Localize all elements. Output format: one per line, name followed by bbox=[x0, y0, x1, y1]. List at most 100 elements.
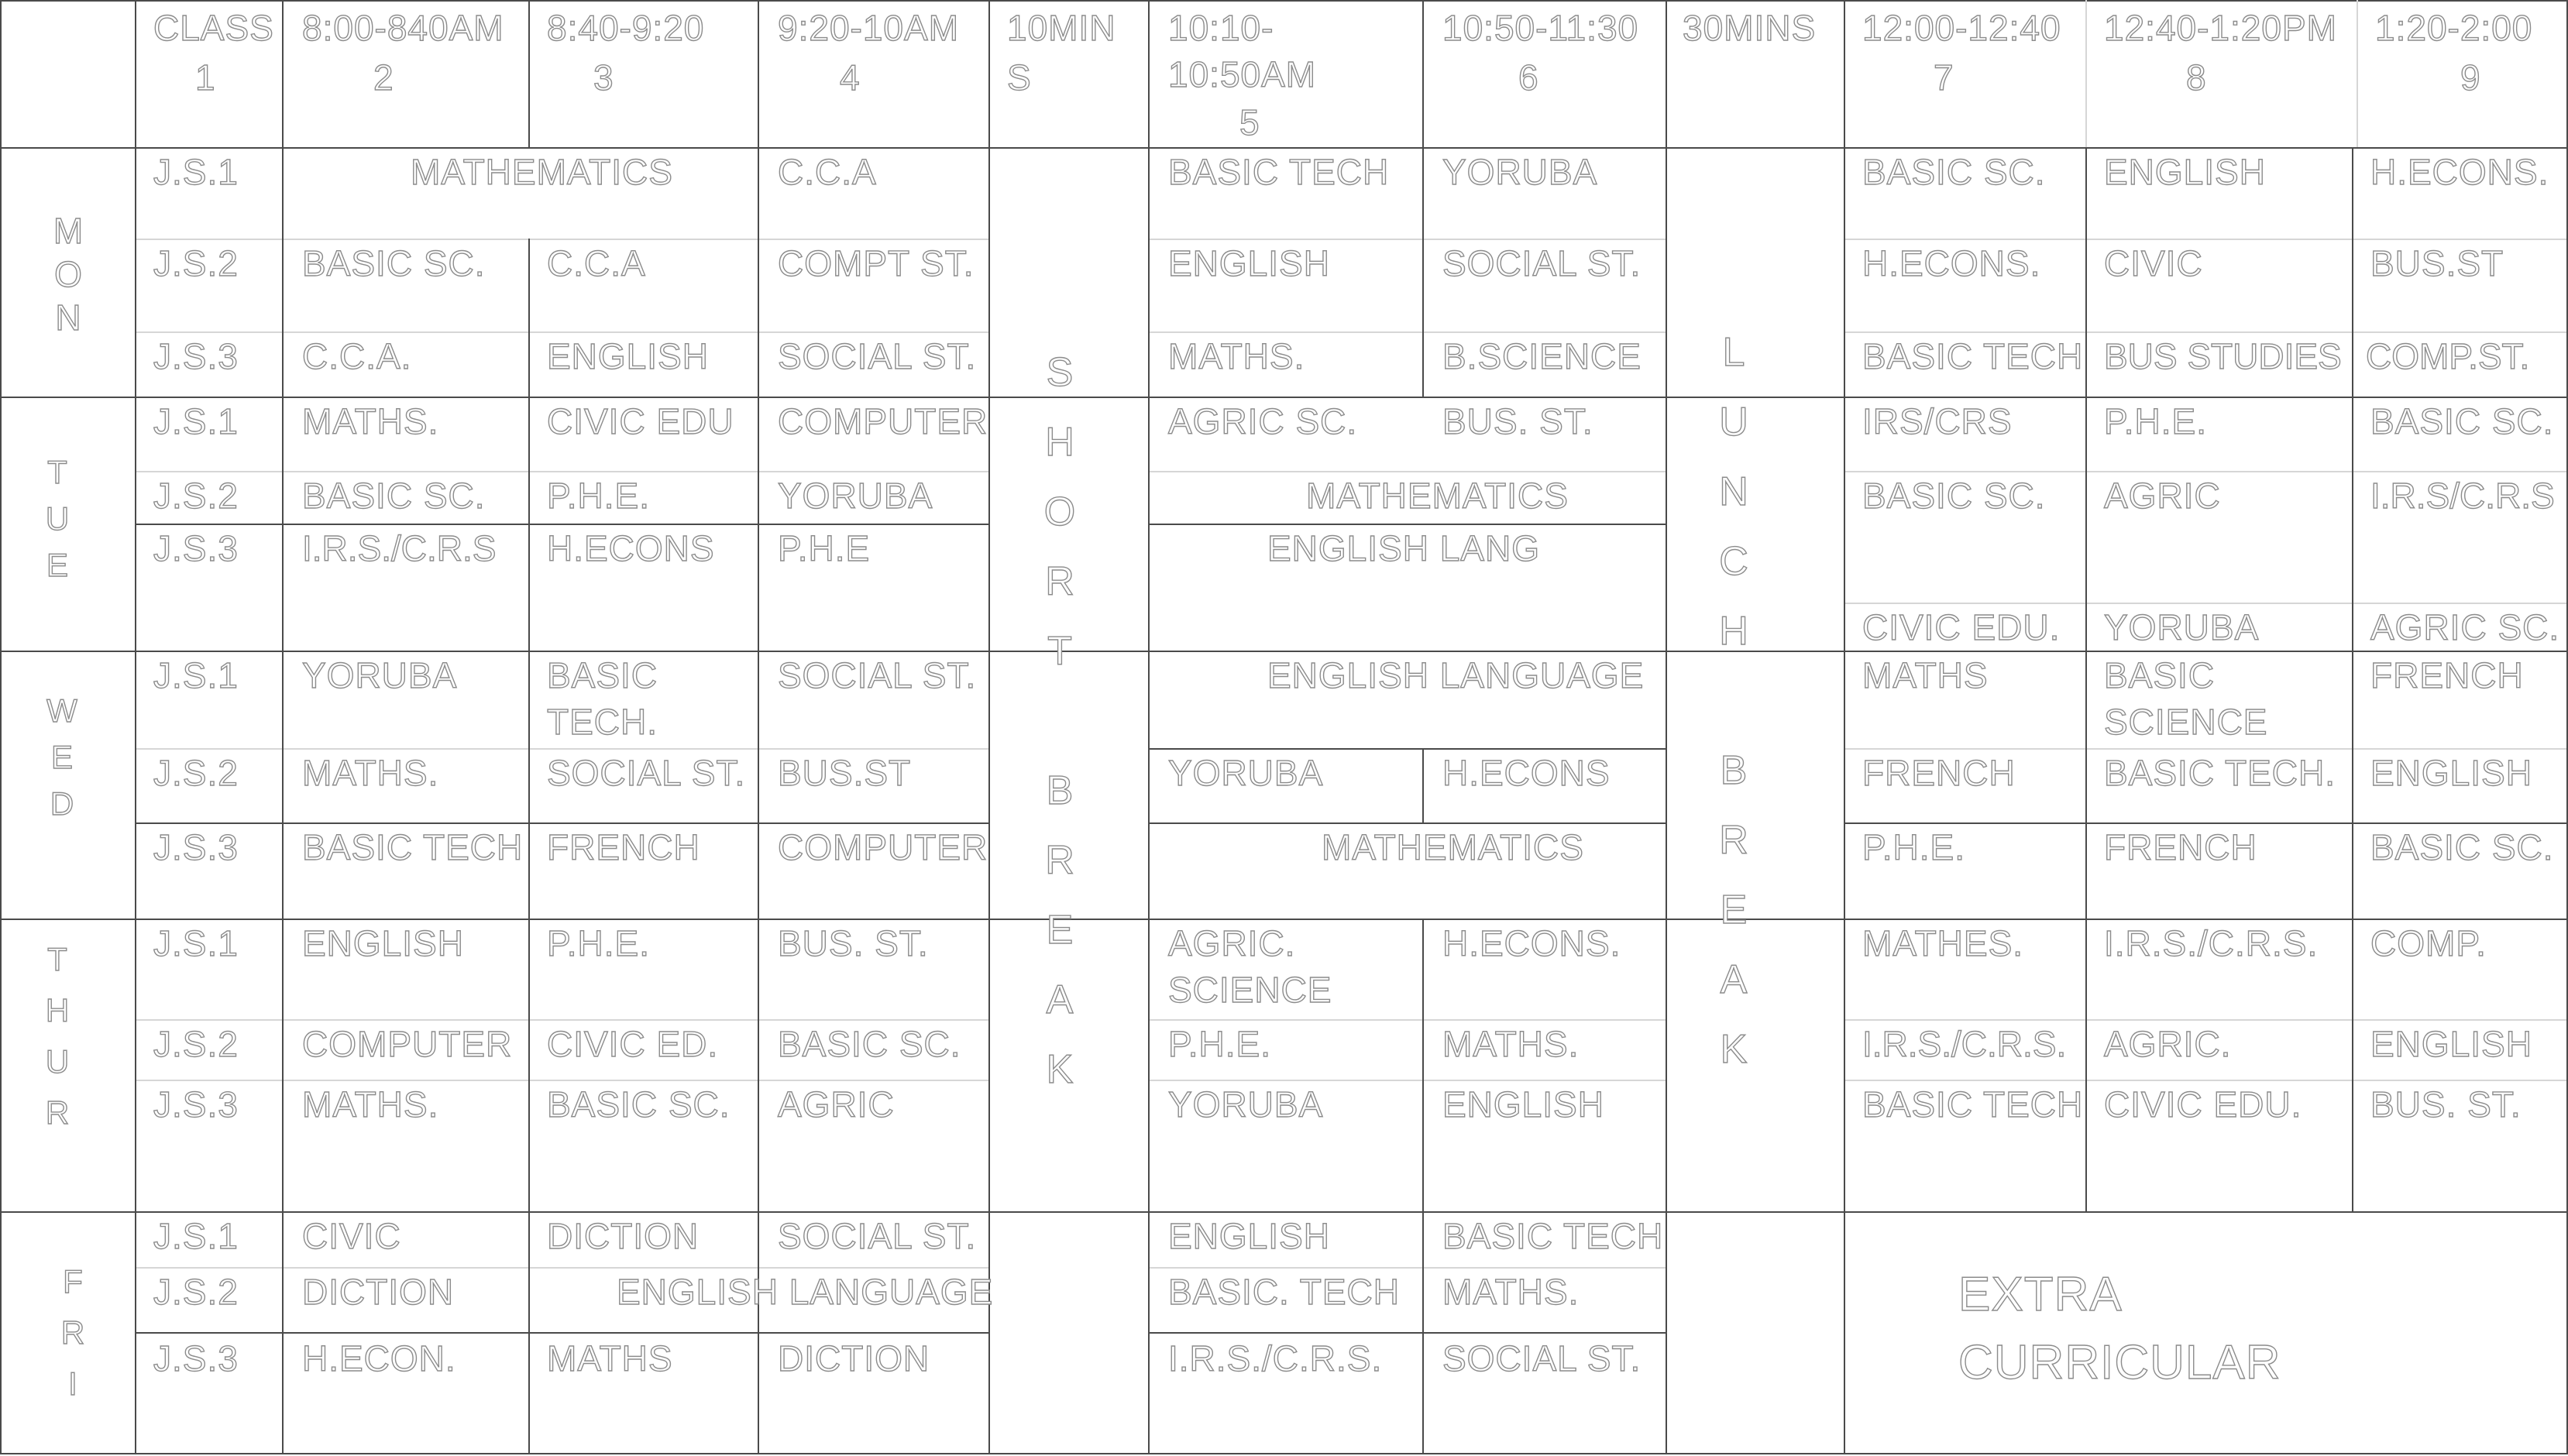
subject-cell: BASIC SC. bbox=[301, 242, 486, 283]
header-class-number: 1 bbox=[194, 57, 216, 98]
subject-cell: I.R.S./C.R.S. bbox=[1167, 1338, 1383, 1379]
subject-cell: DICTION bbox=[301, 1271, 455, 1312]
subject-cell: I.R.S./C.R.S bbox=[301, 527, 497, 568]
subject-cell: BASIC SC. bbox=[301, 475, 486, 516]
subject-cell: BUS STUDIES bbox=[2103, 335, 2342, 376]
rule bbox=[1150, 1332, 1666, 1334]
subject-cell: BASIC SC. bbox=[1862, 151, 2046, 192]
rule bbox=[528, 239, 530, 1454]
header-period-5: 10:10- bbox=[1167, 7, 1274, 48]
subject-cell: AGRIC. bbox=[2103, 1023, 2232, 1064]
subject-cell: CIVIC EDU. bbox=[1862, 606, 2061, 647]
rule bbox=[1148, 0, 1150, 1454]
rule bbox=[282, 0, 284, 1454]
header-period-5-time: 10:50AM bbox=[1167, 53, 1317, 94]
header-period-2: 8:00-840AM bbox=[301, 7, 504, 48]
rule bbox=[2085, 0, 2087, 147]
subject-cell: SOCIAL ST. bbox=[777, 654, 977, 695]
subject-cell: ENGLISH bbox=[2370, 1023, 2532, 1064]
rule bbox=[135, 0, 136, 1454]
rule bbox=[1666, 0, 1667, 1454]
subject-cell: MATHS. bbox=[1442, 1271, 1580, 1312]
class-cell: J.S.3 bbox=[153, 826, 239, 867]
subject-cell: COMPUTER bbox=[301, 1023, 513, 1064]
header-short-break-suffix: S bbox=[1006, 57, 1032, 98]
subject-cell: BASIC TECH. bbox=[2103, 752, 2336, 793]
subject-cell: C.C.A. bbox=[301, 335, 412, 376]
subject-cell: YORUBA bbox=[301, 654, 458, 695]
subject-cell: ENGLISH bbox=[2370, 752, 2532, 793]
subject-cell: MATHS. bbox=[301, 752, 439, 793]
rule bbox=[2085, 147, 2087, 1211]
subject-cell: MATHS. bbox=[301, 400, 439, 441]
lunch-break-label: LUNCHBREAK bbox=[1719, 329, 1749, 1072]
subject-cell: AGRIC bbox=[777, 1083, 895, 1125]
subject-cell: ENGLISH bbox=[546, 335, 709, 376]
subject-cell: COMP. bbox=[2370, 922, 2487, 963]
subject-cell: AGRIC SC. bbox=[1167, 400, 1358, 441]
subject-cell: CIVIC bbox=[2103, 242, 2203, 283]
subject-cell: ENGLISH bbox=[1442, 1083, 1604, 1125]
header-period-8-number: 8 bbox=[2185, 57, 2207, 98]
subject-cell: ENGLISH LANGUAGE bbox=[1267, 654, 1645, 695]
class-cell: J.S.3 bbox=[153, 1338, 239, 1379]
subject-cell: ENGLISH bbox=[1167, 242, 1330, 283]
class-cell: J.S.2 bbox=[153, 752, 239, 793]
subject-cell: H.ECON. bbox=[301, 1338, 456, 1379]
header-period-2-number: 2 bbox=[373, 57, 394, 98]
subject-cell: DICTION bbox=[777, 1338, 930, 1379]
subject-cell: BASIC TECH bbox=[1862, 335, 2084, 376]
subject-cell: BASIC SC. bbox=[2370, 400, 2554, 441]
subject-cell: MATHS. bbox=[1167, 335, 1305, 376]
subject-cell: SOCIAL ST. bbox=[1442, 1338, 1642, 1379]
subject-cell: SOCIAL ST. bbox=[777, 335, 977, 376]
header-period-3-number: 3 bbox=[593, 57, 614, 98]
subject-cell: DICTION bbox=[546, 1215, 700, 1256]
header-period-4: 9:20-10AM bbox=[777, 7, 960, 48]
header-period-5-number: 5 bbox=[1239, 101, 1260, 143]
subject-cell: H.ECONS. bbox=[1862, 242, 2041, 283]
header-lunch-break: 30MINS bbox=[1682, 7, 1817, 48]
subject-cell: P.H.E. bbox=[1862, 826, 1965, 867]
extra-curricular-line-1: EXTRA bbox=[1958, 1267, 2123, 1321]
class-cell: J.S.3 bbox=[153, 527, 239, 568]
subject-cell: YORUBA bbox=[1442, 151, 1598, 192]
subject-cell: BASIC SC. bbox=[546, 1083, 731, 1125]
timetable: CLASS 1 8:00-840AM 2 8:40-9:20 3 9:20-10… bbox=[0, 0, 2568, 1456]
day-label-fri: FRI bbox=[60, 1262, 85, 1402]
subject-cell: BASIC. TECH bbox=[1167, 1271, 1400, 1312]
subject-cell: H.ECONS bbox=[1442, 752, 1611, 793]
subject-cell: YORUBA bbox=[777, 475, 933, 516]
rule bbox=[528, 0, 530, 147]
subject-cell: H.ECONS. bbox=[1442, 922, 1621, 963]
subject-cell: MATHS. bbox=[301, 1083, 439, 1125]
header-short-break: 10MIN bbox=[1006, 7, 1116, 48]
subject-cell: ENGLISH bbox=[2103, 151, 2266, 192]
class-cell: J.S.3 bbox=[153, 1083, 239, 1125]
subject-cell: COMPUTER bbox=[777, 826, 988, 867]
class-cell: J.S.2 bbox=[153, 475, 239, 516]
subject-cell: FRENCH bbox=[2370, 654, 2524, 695]
subject-cell: ENGLISH bbox=[1167, 1215, 1330, 1256]
header-period-3: 8:40-9:20 bbox=[546, 7, 705, 48]
class-cell: J.S.3 bbox=[153, 335, 239, 376]
subject-cell: P.H.E. bbox=[1167, 1023, 1271, 1064]
subject-cell: BASIC TECH bbox=[1167, 151, 1390, 192]
rule bbox=[1422, 0, 1424, 397]
extra-curricular-line-2: CURRICULAR bbox=[1958, 1335, 2281, 1389]
subject-cell: BUS.ST bbox=[777, 752, 912, 793]
subject-cell: ENGLISH LANGUAGE bbox=[616, 1271, 994, 1312]
subject-cell: YORUBA bbox=[2103, 606, 2260, 647]
subject-cell: SOCIAL ST. bbox=[777, 1215, 977, 1256]
subject-cell: MATHS bbox=[546, 1338, 673, 1379]
subject-cell: AGRIC SC. bbox=[2370, 606, 2560, 647]
subject-cell: P.H.E bbox=[777, 527, 871, 568]
rule bbox=[0, 0, 2, 1454]
subject-cell: ENGLISH bbox=[301, 922, 464, 963]
subject-cell: C.C.A bbox=[546, 242, 646, 283]
subject-cell: FRENCH bbox=[1862, 752, 2016, 793]
rule bbox=[0, 0, 2568, 2]
subject-cell: MATHS. bbox=[1442, 1023, 1580, 1064]
rule bbox=[758, 0, 759, 1454]
subject-cell: BASIC TECH bbox=[1442, 1215, 1664, 1256]
